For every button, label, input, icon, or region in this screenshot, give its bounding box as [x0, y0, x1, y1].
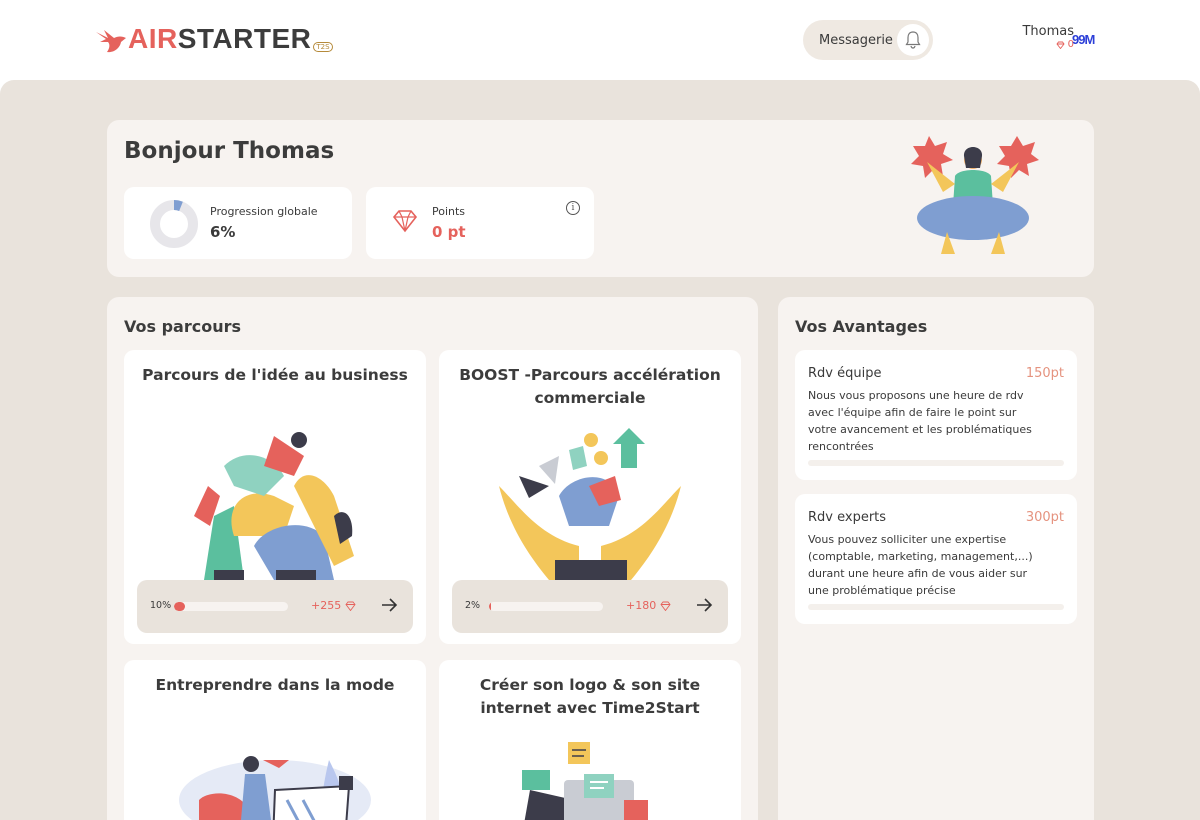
parcours-progress-footer: 10% +255: [137, 580, 413, 633]
points-value: 0 pt: [432, 223, 466, 241]
parcours-progress-bar: [174, 602, 288, 611]
logo-text-starter: STARTER: [177, 23, 312, 54]
gem-icon: [345, 601, 356, 611]
meditation-illustration: [911, 136, 1039, 254]
avantage-cost: 300pt: [1025, 510, 1064, 525]
messagerie-button[interactable]: Messagerie: [803, 20, 933, 60]
arrow-right-icon[interactable]: [379, 595, 399, 615]
parcours-progress-fill: [489, 602, 492, 611]
user-name: Thomas: [1022, 24, 1074, 39]
avantage-card[interactable]: Rdv experts 300pt Vous pouvez solliciter…: [795, 494, 1077, 624]
user-menu[interactable]: Thomas 0: [1000, 24, 1074, 50]
user-points: 0: [1000, 39, 1074, 50]
avantage-card[interactable]: Rdv équipe 150pt Nous vous proposons une…: [795, 350, 1077, 480]
notifications-button[interactable]: [897, 24, 929, 56]
progress-stat: Progression globale 6%: [124, 187, 352, 259]
bird-logo-icon: [96, 30, 126, 53]
partner-logo: 99M: [1072, 32, 1095, 47]
page-title: Bonjour Thomas: [124, 138, 335, 164]
welcome-card: Bonjour Thomas Progression globale 6% Po…: [107, 120, 1094, 277]
parcours-card-title: BOOST -Parcours accélération commerciale: [459, 366, 721, 407]
avantage-progress-bar: [808, 604, 1064, 610]
points-label: Points: [432, 205, 466, 218]
progress-label: Progression globale: [210, 205, 318, 218]
top-bar: AIR STARTER T2S Messagerie Thomas 0 99M: [0, 0, 1200, 80]
parcours-gain: +255: [311, 599, 356, 612]
parcours-progress-footer: 2% +180: [452, 580, 728, 633]
airstarter-logo[interactable]: AIR STARTER T2S: [94, 22, 333, 56]
arrow-right-icon[interactable]: [694, 595, 714, 615]
parcours-card[interactable]: Entreprendre dans la mode: [124, 660, 426, 820]
growth-illustration: [499, 428, 681, 580]
progress-value: 6%: [210, 223, 236, 241]
parcours-gain-value: +180: [626, 599, 657, 612]
avantage-description: Nous vous proposons une heure de rdv ave…: [808, 389, 1032, 453]
gem-icon: [660, 601, 671, 611]
parcours-progress-bar: [489, 602, 603, 611]
bell-icon: [905, 31, 921, 49]
parcours-card[interactable]: Parcours de l'idée au business 10% +255: [124, 350, 426, 644]
parcours-card-title: Entreprendre dans la mode: [155, 676, 395, 694]
avantage-progress-bar: [808, 460, 1064, 466]
avantages-section: Vos Avantages Rdv équipe 150pt Nous vous…: [778, 297, 1094, 820]
points-stat: Points 0 pt i: [366, 187, 594, 259]
parcours-progress-fill: [174, 602, 186, 611]
website-illustration: [522, 742, 648, 820]
parcours-title: Vos parcours: [124, 317, 242, 336]
avantage-cost: 150pt: [1025, 366, 1064, 381]
parcours-percent: 10%: [150, 600, 172, 611]
messagerie-label: Messagerie: [819, 32, 893, 48]
avantage-title: Rdv équipe: [808, 366, 882, 381]
parcours-gain: +180: [626, 599, 671, 612]
avantage-title: Rdv experts: [808, 510, 887, 525]
parcours-card-title: Parcours de l'idée au business: [142, 366, 408, 384]
parcours-percent: 2%: [465, 600, 481, 611]
parcours-gain-value: +255: [311, 599, 342, 612]
team-illustration: [194, 432, 354, 580]
gem-icon: [1056, 41, 1065, 49]
avantages-title: Vos Avantages: [795, 317, 928, 336]
avantage-description: Vous pouvez solliciter une expertise (co…: [808, 533, 1033, 597]
progress-donut: [150, 200, 198, 248]
parcours-card-title: Créer son logo & son site internet avec …: [479, 676, 701, 717]
gem-icon: [392, 210, 418, 233]
parcours-card[interactable]: BOOST -Parcours accélération commerciale…: [439, 350, 741, 644]
parcours-section: Vos parcours Parcours de l'idée au busin…: [107, 297, 758, 820]
logo-text-air: AIR: [128, 23, 178, 54]
logo-suffix: T2S: [313, 42, 333, 52]
parcours-card[interactable]: Créer son logo & son site internet avec …: [439, 660, 741, 820]
info-icon[interactable]: i: [566, 201, 580, 215]
fashion-illustration: [179, 756, 371, 820]
